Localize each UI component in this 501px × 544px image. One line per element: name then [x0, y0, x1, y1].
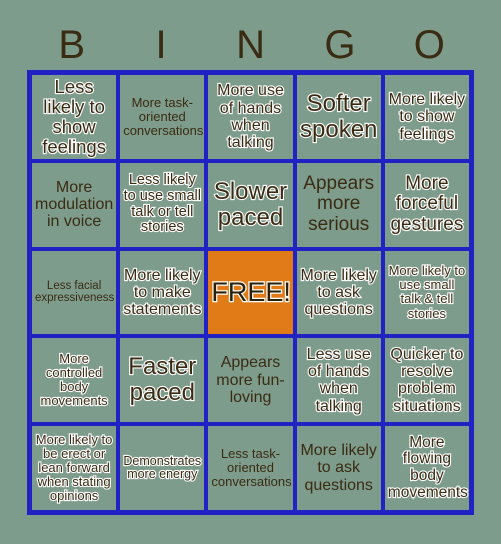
bingo-cell-label: Less task-oriented conversations: [211, 446, 292, 490]
bingo-cell[interactable]: Less facial expressiveness: [30, 248, 119, 337]
bingo-cell-label: Appears more fun-loving: [216, 354, 285, 406]
bingo-free-cell[interactable]: FREE!: [206, 248, 295, 337]
bingo-cell[interactable]: Appears more fun-loving: [206, 336, 295, 425]
bingo-cell-label: Less likely to use small talk or tell st…: [122, 171, 202, 236]
bingo-cell-label: More modulation in voice: [35, 178, 114, 231]
bingo-cell[interactable]: More likely to use small talk & tell sto…: [382, 248, 471, 337]
bingo-header-letter-i: I: [155, 23, 167, 67]
bingo-cell-label: Quicker to resolve problem situations: [389, 345, 464, 416]
bingo-cell-label: More task-oriented conversations: [123, 94, 204, 138]
bingo-cell-label: Appears more serious: [303, 172, 375, 235]
bingo-cell-label: Faster paced: [127, 353, 197, 407]
bingo-cell-label: FREE!: [210, 276, 292, 308]
bingo-cell[interactable]: More flowing body movements: [382, 424, 471, 512]
bingo-header-letter-b: B: [58, 23, 86, 67]
bingo-header-letter-g: G: [324, 23, 356, 67]
bingo-cell[interactable]: Less task-oriented conversations: [206, 424, 295, 512]
bingo-cell-label: Less facial expressiveness: [35, 280, 115, 305]
bingo-cell[interactable]: More likely to make statements: [118, 248, 207, 337]
bingo-cell-label: More likely to be erect or lean forward …: [35, 431, 114, 504]
bingo-cell-label: More likely to ask questions: [299, 265, 378, 319]
bingo-cell[interactable]: More likely to ask questions: [294, 248, 383, 337]
bingo-header-letter-n: N: [236, 23, 265, 67]
bingo-cell-label: More likely to ask questions: [300, 442, 377, 494]
bingo-cell[interactable]: More likely to show feelings: [382, 73, 471, 161]
bingo-cell-label: Less likely to show feelings: [41, 75, 107, 157]
bingo-cell[interactable]: Less likely to show feelings: [30, 73, 119, 161]
bingo-cell[interactable]: Appears more serious: [294, 160, 383, 249]
bingo-cell-label: More likely to show feelings: [388, 90, 467, 144]
bingo-cell[interactable]: Less likely to use small talk or tell st…: [118, 160, 207, 249]
bingo-cell-label: More use of hands when talking: [216, 81, 285, 152]
bingo-cell-label: More likely to use small talk & tell sto…: [387, 263, 466, 321]
bingo-cell-label: Slower paced: [213, 177, 289, 231]
bingo-cell-label: More flowing body movements: [387, 433, 469, 502]
bingo-cell[interactable]: More use of hands when talking: [206, 73, 295, 161]
bingo-cell[interactable]: Quicker to resolve problem situations: [382, 336, 471, 425]
bingo-cell[interactable]: More likely to ask questions: [294, 424, 383, 512]
bingo-cell[interactable]: Faster paced: [118, 336, 207, 425]
bingo-cell-label: Softer spoken: [299, 89, 379, 143]
bingo-cell-label: Less use of hands when talking: [306, 345, 372, 416]
bingo-header: B I N G O: [27, 20, 474, 70]
bingo-cell[interactable]: More forceful gestures: [382, 160, 471, 249]
bingo-cell[interactable]: More likely to be erect or lean forward …: [30, 424, 119, 512]
bingo-cell[interactable]: Softer spoken: [294, 73, 383, 161]
bingo-card: B I N G O Less likely to show feelings Mo…: [0, 0, 501, 544]
bingo-cell[interactable]: More task-oriented conversations: [118, 73, 207, 161]
bingo-cell[interactable]: Demonstrates more energy: [118, 424, 207, 512]
bingo-header-letter-o: O: [413, 23, 445, 67]
bingo-cell[interactable]: Slower paced: [206, 160, 295, 249]
bingo-cell-label: More controlled body movements: [39, 351, 108, 409]
bingo-cell[interactable]: More modulation in voice: [30, 160, 119, 249]
bingo-cell-label: Demonstrates more energy: [122, 453, 202, 482]
bingo-cell-label: More likely to make statements: [122, 265, 202, 319]
bingo-cell-label: More forceful gestures: [389, 172, 464, 236]
bingo-grid: Less likely to show feelings More task-or…: [27, 70, 474, 515]
bingo-cell[interactable]: Less use of hands when talking: [294, 336, 383, 425]
bingo-cell[interactable]: More controlled body movements: [30, 336, 119, 425]
